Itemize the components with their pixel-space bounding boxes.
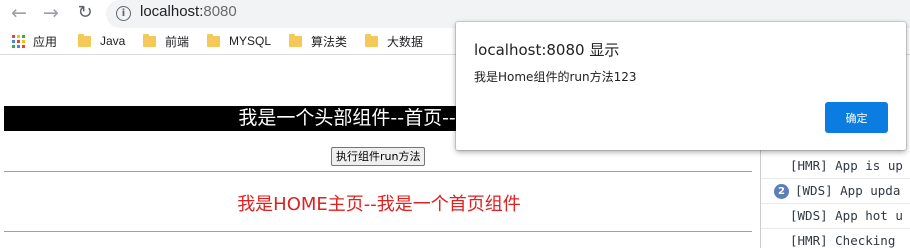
- run-method-button[interactable]: 执行组件run方法: [331, 147, 426, 166]
- url-text[interactable]: localhost:8080: [140, 3, 237, 20]
- repeat-count-badge: 2: [774, 184, 789, 199]
- log-text: [WDS] App hot u: [790, 208, 903, 223]
- console-log-entry: 2 [WDS] App upda: [761, 179, 910, 204]
- url-port: 8080: [203, 3, 237, 20]
- console-log-entry: [WDS] App hot u: [761, 204, 910, 229]
- url-host: localhost:: [140, 3, 204, 20]
- log-text: [HMR] Checking: [790, 233, 896, 248]
- folder-icon: [78, 33, 91, 47]
- back-arrow-icon[interactable]: ←: [8, 2, 30, 24]
- reload-icon[interactable]: ↻: [74, 2, 96, 24]
- bookmark-algorithms[interactable]: 算法类: [289, 32, 347, 50]
- bookmark-label: 大数据: [387, 34, 424, 49]
- site-info-icon[interactable]: i: [116, 6, 131, 21]
- alert-dialog: localhost:8080 显示 我是Home组件的run方法123 确定: [456, 22, 906, 150]
- bookmark-label: MYSQL: [229, 34, 272, 48]
- forward-arrow-icon[interactable]: →: [40, 2, 62, 24]
- bookmark-label: 算法类: [311, 34, 348, 49]
- bookmark-bigdata[interactable]: 大数据: [365, 32, 423, 50]
- console-log-entry: [HMR] App is up: [761, 154, 910, 179]
- dialog-title: localhost:8080 显示: [474, 41, 620, 59]
- ok-button[interactable]: 确定: [825, 102, 888, 133]
- folder-icon: [289, 33, 302, 47]
- bookmark-label: 应用: [33, 34, 58, 49]
- apps-grid-icon: [12, 34, 25, 48]
- folder-icon: [143, 33, 156, 47]
- bookmark-label: Java: [100, 34, 126, 48]
- divider: [4, 171, 752, 172]
- bookmark-java[interactable]: Java: [78, 32, 125, 50]
- bookmark-label: 前端: [165, 34, 190, 49]
- home-component-text: 我是HOME主页--我是一个首页组件: [237, 194, 521, 215]
- log-text: [HMR] App is up: [790, 158, 903, 173]
- bookmark-apps[interactable]: 应用: [12, 32, 57, 50]
- divider: [4, 231, 752, 232]
- console-log-entry: [HMR] Checking: [761, 229, 910, 248]
- bookmark-mysql[interactable]: MYSQL: [207, 32, 271, 50]
- dialog-message: 我是Home组件的run方法123: [474, 70, 637, 84]
- folder-icon: [207, 33, 220, 47]
- bookmark-frontend[interactable]: 前端: [143, 32, 189, 50]
- log-text: [WDS] App upda: [795, 183, 901, 198]
- folder-icon: [365, 33, 378, 47]
